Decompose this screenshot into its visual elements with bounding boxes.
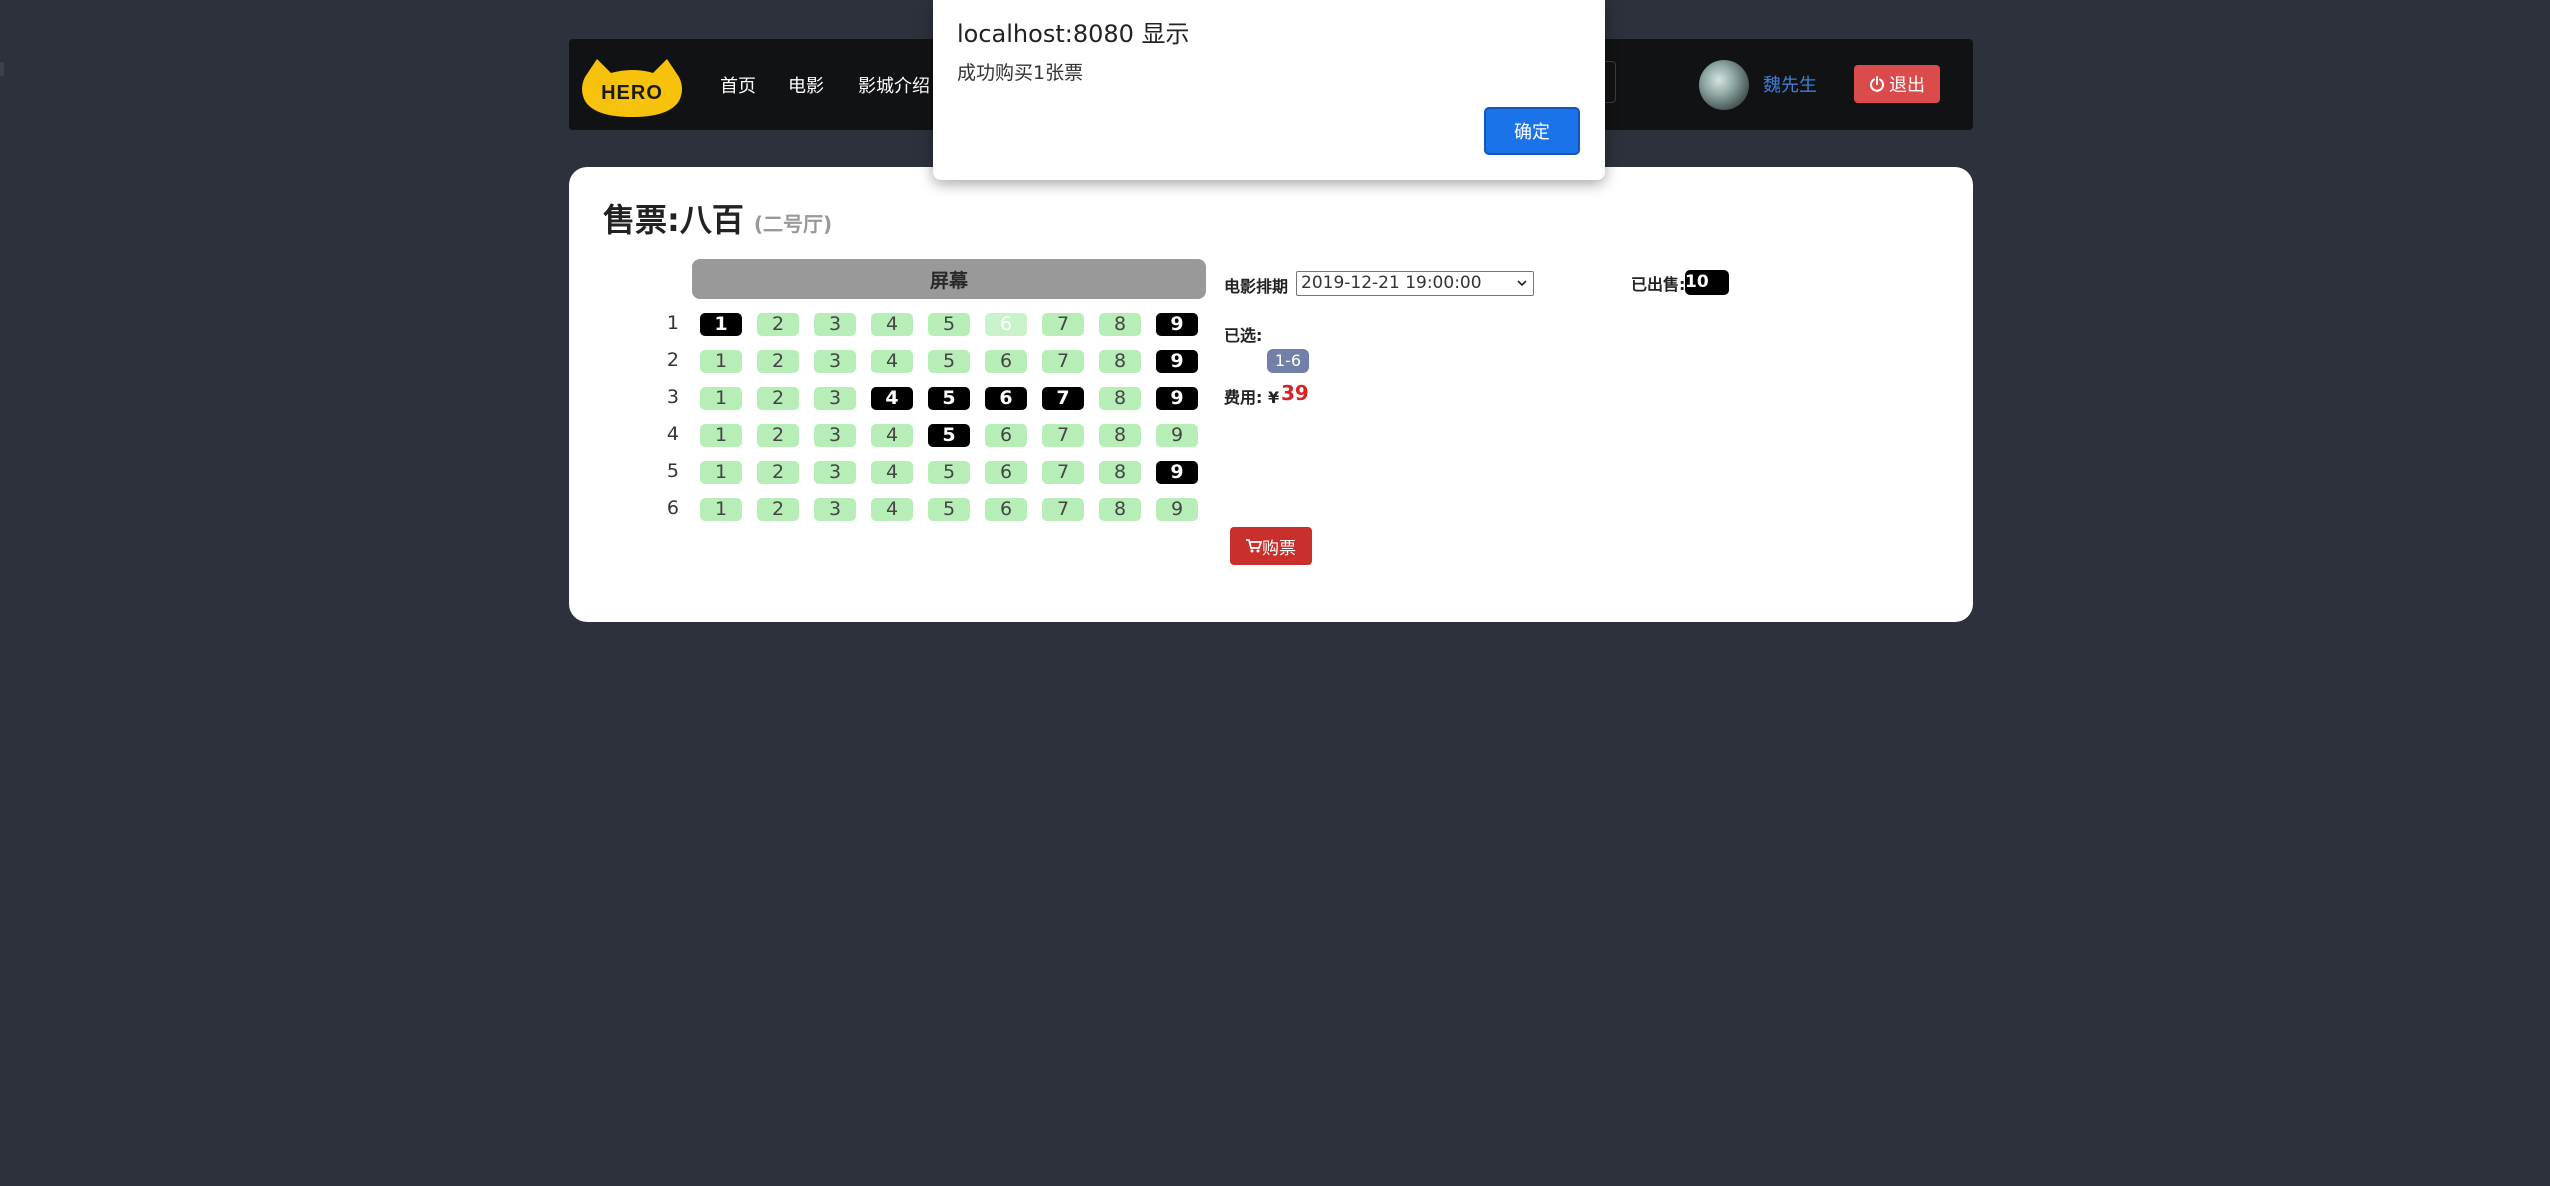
seat-6-2[interactable]: 2 bbox=[757, 498, 799, 521]
row-label: 1 bbox=[666, 312, 679, 334]
chosen-label: 已选: bbox=[1224, 326, 1263, 345]
schedule-value: 2019-12-21 19:00:00 bbox=[1301, 273, 1482, 293]
row-label: 2 bbox=[666, 349, 679, 371]
seat-1-7[interactable]: 7 bbox=[1042, 313, 1084, 336]
seat-6-6[interactable]: 6 bbox=[985, 498, 1027, 521]
cart-icon bbox=[1246, 539, 1262, 553]
alert-ok-button[interactable]: 确定 bbox=[1484, 107, 1580, 155]
title-prefix: 售票: bbox=[603, 201, 680, 239]
seat-1-5[interactable]: 5 bbox=[928, 313, 970, 336]
logout-button[interactable]: 退出 bbox=[1854, 65, 1940, 103]
seat-4-5: 5 bbox=[928, 424, 970, 447]
seat-6-7[interactable]: 7 bbox=[1042, 498, 1084, 521]
seat-6-1[interactable]: 1 bbox=[700, 498, 742, 521]
seat-2-9: 9 bbox=[1156, 350, 1198, 373]
seat-6-9[interactable]: 9 bbox=[1156, 498, 1198, 521]
seat-6-4[interactable]: 4 bbox=[871, 498, 913, 521]
page-title: 售票:八百 (二号厅) bbox=[603, 195, 832, 241]
seat-4-2[interactable]: 2 bbox=[757, 424, 799, 447]
buy-label: 购票 bbox=[1262, 538, 1296, 559]
seat-5-7[interactable]: 7 bbox=[1042, 461, 1084, 484]
seat-6-5[interactable]: 5 bbox=[928, 498, 970, 521]
alert-dialog: localhost:8080 显示 成功购买1张票 确定 bbox=[933, 0, 1605, 180]
seat-5-4[interactable]: 4 bbox=[871, 461, 913, 484]
seat-4-6[interactable]: 6 bbox=[985, 424, 1027, 447]
nav-item-home[interactable]: 首页 bbox=[720, 72, 756, 98]
buy-ticket-button[interactable]: 购票 bbox=[1230, 527, 1312, 565]
seat-4-9[interactable]: 9 bbox=[1156, 424, 1198, 447]
logout-label: 退出 bbox=[1889, 75, 1925, 96]
seat-3-5: 5 bbox=[928, 387, 970, 410]
seat-2-5[interactable]: 5 bbox=[928, 350, 970, 373]
seat-2-3[interactable]: 3 bbox=[814, 350, 856, 373]
seat-5-1[interactable]: 1 bbox=[700, 461, 742, 484]
row-label: 5 bbox=[666, 460, 679, 482]
seat-1-1: 1 bbox=[700, 313, 742, 336]
seat-5-8[interactable]: 8 bbox=[1099, 461, 1141, 484]
movie-name: 八百 bbox=[679, 201, 744, 239]
seat-2-2[interactable]: 2 bbox=[757, 350, 799, 373]
power-icon bbox=[1870, 76, 1884, 92]
seat-2-4[interactable]: 4 bbox=[871, 350, 913, 373]
seat-1-2[interactable]: 2 bbox=[757, 313, 799, 336]
seat-4-1[interactable]: 1 bbox=[700, 424, 742, 447]
screen-bar: 屏幕 bbox=[692, 259, 1206, 299]
schedule-select[interactable]: 2019-12-21 19:00:00 bbox=[1296, 271, 1534, 296]
seat-4-4[interactable]: 4 bbox=[871, 424, 913, 447]
hero-logo[interactable]: HERO bbox=[579, 55, 685, 119]
nav-item-about[interactable]: 影城介绍 bbox=[858, 72, 930, 98]
seat-3-1[interactable]: 1 bbox=[700, 387, 742, 410]
seat-2-8[interactable]: 8 bbox=[1099, 350, 1141, 373]
seat-1-8[interactable]: 8 bbox=[1099, 313, 1141, 336]
seat-3-4: 4 bbox=[871, 387, 913, 410]
seat-3-3[interactable]: 3 bbox=[814, 387, 856, 410]
username-link[interactable]: 魏先生 bbox=[1763, 71, 1817, 97]
sold-label: 已出售: bbox=[1631, 275, 1686, 294]
seat-1-6[interactable]: 6 bbox=[985, 313, 1027, 336]
seat-5-2[interactable]: 2 bbox=[757, 461, 799, 484]
seat-6-3[interactable]: 3 bbox=[814, 498, 856, 521]
hall-name: (二号厅) bbox=[753, 212, 833, 236]
row-label: 6 bbox=[666, 497, 679, 519]
seat-2-6[interactable]: 6 bbox=[985, 350, 1027, 373]
seat-3-2[interactable]: 2 bbox=[757, 387, 799, 410]
seat-1-3[interactable]: 3 bbox=[814, 313, 856, 336]
seat-2-7[interactable]: 7 bbox=[1042, 350, 1084, 373]
seat-1-9: 9 bbox=[1156, 313, 1198, 336]
chevron-down-icon bbox=[1517, 280, 1527, 287]
seat-4-8[interactable]: 8 bbox=[1099, 424, 1141, 447]
avatar[interactable] bbox=[1699, 60, 1749, 110]
seat-4-7[interactable]: 7 bbox=[1042, 424, 1084, 447]
ticket-card: 售票:八百 (二号厅) 屏幕 11234567892123456789312345… bbox=[569, 167, 1973, 622]
seat-3-7: 7 bbox=[1042, 387, 1084, 410]
nav-item-movie[interactable]: 电影 bbox=[788, 72, 824, 98]
logo-text: HERO bbox=[601, 82, 663, 104]
schedule-label: 电影排期 bbox=[1224, 277, 1289, 296]
seat-4-3[interactable]: 3 bbox=[814, 424, 856, 447]
fee-value: 39 bbox=[1281, 381, 1309, 405]
seat-3-9: 9 bbox=[1156, 387, 1198, 410]
seat-5-5[interactable]: 5 bbox=[928, 461, 970, 484]
seat-5-6[interactable]: 6 bbox=[985, 461, 1027, 484]
alert-title: localhost:8080 显示 bbox=[957, 20, 1190, 48]
seat-3-6: 6 bbox=[985, 387, 1027, 410]
chosen-seat-tag[interactable]: 1-6 bbox=[1267, 349, 1309, 373]
alert-message: 成功购买1张票 bbox=[957, 62, 1084, 84]
sold-count-badge: 10 bbox=[1685, 270, 1729, 295]
row-label: 4 bbox=[666, 423, 679, 445]
left-edge-mark bbox=[0, 62, 4, 76]
seat-2-1[interactable]: 1 bbox=[700, 350, 742, 373]
seat-6-8[interactable]: 8 bbox=[1099, 498, 1141, 521]
seat-5-3[interactable]: 3 bbox=[814, 461, 856, 484]
row-label: 3 bbox=[666, 386, 679, 408]
fee-label: 费用: ¥ bbox=[1224, 388, 1280, 407]
seat-5-9: 9 bbox=[1156, 461, 1198, 484]
seat-1-4[interactable]: 4 bbox=[871, 313, 913, 336]
seat-3-8[interactable]: 8 bbox=[1099, 387, 1141, 410]
